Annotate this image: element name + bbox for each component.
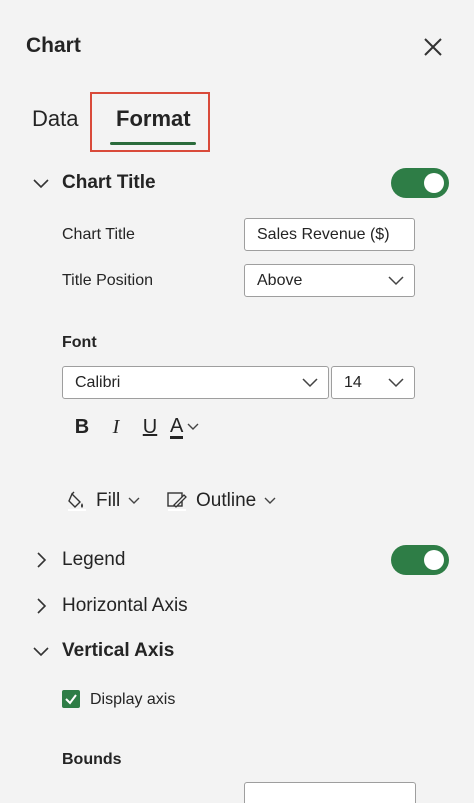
bounds-input[interactable]	[244, 782, 416, 803]
outline-button[interactable]: Outline	[166, 486, 276, 516]
tab-data[interactable]: Data	[32, 106, 78, 132]
section-chart-title-header[interactable]: Chart Title	[30, 168, 156, 198]
chart-title-input[interactable]: Sales Revenue ($)	[244, 218, 415, 251]
section-horizontal-axis-label: Horizontal Axis	[62, 595, 188, 616]
bold-button[interactable]: B	[68, 412, 96, 442]
fill-label: Fill	[96, 490, 121, 511]
title-position-value: Above	[257, 271, 303, 289]
outline-pen-icon	[167, 492, 187, 511]
close-icon[interactable]	[420, 34, 446, 60]
display-axis-label: Display axis	[90, 691, 176, 708]
fill-button[interactable]: Fill	[66, 486, 140, 516]
font-size-value: 14	[344, 373, 362, 391]
chart-title-input-value: Sales Revenue ($)	[257, 225, 390, 243]
font-family-value: Calibri	[75, 373, 121, 391]
font-family-dropdown[interactable]: Calibri	[62, 366, 329, 399]
font-color-letter: A	[170, 414, 184, 439]
pane-title: Chart	[26, 34, 81, 57]
section-legend-label: Legend	[62, 549, 126, 570]
underline-button[interactable]: U	[136, 412, 164, 442]
checkmark-icon	[65, 694, 77, 705]
tab-format[interactable]: Format	[116, 106, 191, 132]
chevron-down-icon	[33, 647, 49, 657]
chevron-right-icon	[37, 552, 47, 568]
italic-button[interactable]: I	[102, 412, 130, 442]
chevron-down-icon	[128, 497, 140, 504]
chart-title-toggle[interactable]	[391, 168, 449, 198]
title-position-label: Title Position	[62, 272, 153, 289]
toggle-knob	[424, 173, 444, 193]
bounds-label: Bounds	[62, 751, 122, 768]
outline-label: Outline	[196, 490, 257, 511]
section-chart-title-label: Chart Title	[62, 172, 156, 193]
toggle-knob	[424, 550, 444, 570]
chevron-down-icon	[302, 377, 318, 387]
section-vertical-axis-header[interactable]: Vertical Axis	[30, 636, 174, 666]
active-tab-indicator	[110, 142, 196, 145]
legend-toggle[interactable]	[391, 545, 449, 575]
section-horizontal-axis-header[interactable]: Horizontal Axis	[30, 591, 188, 621]
chart-title-field-label: Chart Title	[62, 226, 135, 243]
paint-bucket-icon	[68, 491, 86, 511]
chevron-down-icon	[388, 275, 404, 285]
display-axis-checkbox[interactable]	[62, 690, 80, 708]
font-size-dropdown[interactable]: 14	[331, 366, 415, 399]
section-vertical-axis-label: Vertical Axis	[62, 640, 175, 661]
chevron-down-icon	[264, 497, 276, 504]
section-legend-header[interactable]: Legend	[30, 545, 125, 575]
font-style-toolbar: B I U A	[68, 412, 199, 442]
chevron-down-icon	[33, 179, 49, 189]
font-label: Font	[62, 334, 97, 351]
chevron-down-icon	[187, 423, 199, 430]
chevron-down-icon	[388, 377, 404, 387]
chevron-right-icon	[37, 598, 47, 614]
title-position-dropdown[interactable]: Above	[244, 264, 415, 297]
font-color-button[interactable]: A	[170, 412, 199, 442]
